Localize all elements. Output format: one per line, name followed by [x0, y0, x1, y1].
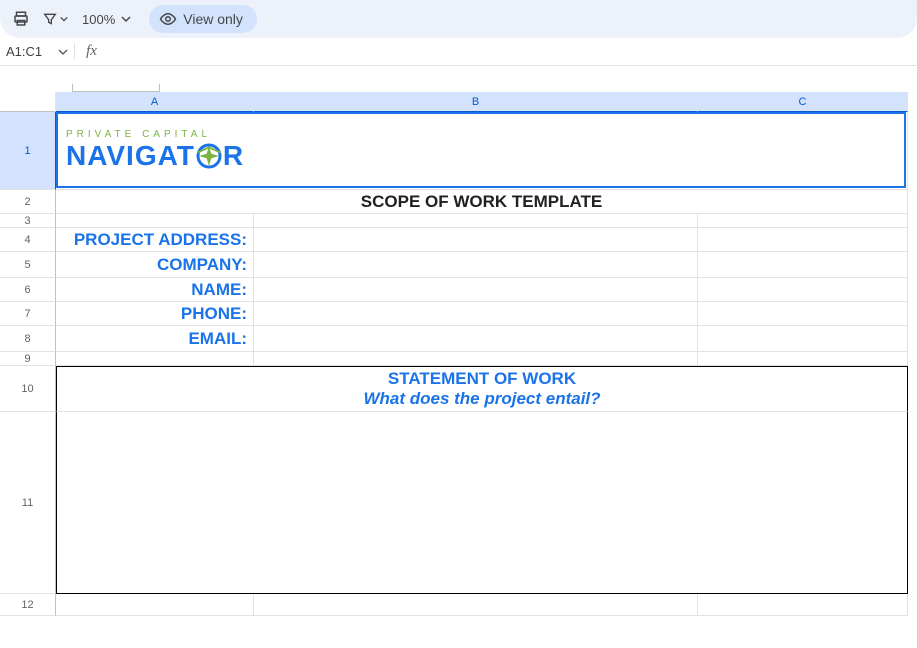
field-input-address-b[interactable] — [254, 228, 698, 252]
row-header-12[interactable]: 12 — [0, 594, 56, 616]
field-input-email-c[interactable] — [698, 326, 908, 352]
logo-cell[interactable]: PRIVATE CAPITAL NAVIGAT R — [56, 112, 908, 190]
row-header-8[interactable]: 8 — [0, 326, 56, 352]
row-header-4[interactable]: 4 — [0, 228, 56, 252]
cell-reference: A1:C1 — [6, 44, 42, 59]
column-header-C[interactable]: C — [698, 92, 908, 112]
statement-subtitle: What does the project entail? — [363, 389, 600, 409]
cell-c9[interactable] — [698, 352, 908, 366]
field-input-company-b[interactable] — [254, 252, 698, 278]
logo: PRIVATE CAPITAL NAVIGAT R — [56, 129, 244, 172]
row-header-1[interactable]: 1 — [0, 112, 56, 190]
sheet-tab-indicator — [72, 84, 160, 92]
field-input-address-c[interactable] — [698, 228, 908, 252]
toolbar: 100% View only — [0, 0, 917, 38]
field-input-phone-c[interactable] — [698, 302, 908, 326]
row-header-3[interactable]: 3 — [0, 214, 56, 228]
field-label-name[interactable]: NAME: — [56, 278, 254, 302]
select-all-corner[interactable] — [0, 92, 56, 112]
cell-a9[interactable] — [56, 352, 254, 366]
field-input-email-b[interactable] — [254, 326, 698, 352]
spreadsheet-grid[interactable]: – ABC 123456789101112 PRIVATE CAPITAL NA… — [0, 66, 917, 648]
row-header-6[interactable]: 6 — [0, 278, 56, 302]
name-box[interactable]: A1:C1 — [6, 44, 74, 59]
compass-icon — [195, 143, 223, 169]
row-header-7[interactable]: 7 — [0, 302, 56, 326]
statement-title: STATEMENT OF WORK — [388, 369, 576, 389]
column-header-A[interactable]: A — [56, 92, 254, 112]
field-label-company[interactable]: COMPANY: — [56, 252, 254, 278]
column-header-B[interactable]: B — [254, 92, 698, 112]
row-header-10[interactable]: 10 — [0, 366, 56, 412]
statement-cell[interactable]: STATEMENT OF WORK What does the project … — [56, 366, 908, 412]
name-box-row: A1:C1 fx — [0, 38, 917, 66]
title-cell[interactable]: SCOPE OF WORK TEMPLATE — [56, 190, 908, 214]
cell-b9[interactable] — [254, 352, 698, 366]
field-label-email[interactable]: EMAIL: — [56, 326, 254, 352]
row-header-9[interactable]: 9 — [0, 352, 56, 366]
column-headers: ABC — [56, 92, 908, 112]
chevron-down-icon — [121, 14, 131, 24]
eye-icon — [159, 10, 177, 28]
row-header-5[interactable]: 5 — [0, 252, 56, 278]
row-header-11[interactable]: 11 — [0, 412, 56, 594]
field-input-phone-b[interactable] — [254, 302, 698, 326]
print-icon[interactable] — [6, 4, 36, 34]
logo-wordmark: NAVIGAT R — [66, 140, 244, 172]
field-label-address[interactable]: PROJECT ADDRESS: — [56, 228, 254, 252]
cell-b12[interactable] — [254, 594, 698, 616]
cells-grid[interactable]: PRIVATE CAPITAL NAVIGAT R SCOPE OF WORK … — [56, 112, 908, 616]
zoom-value: 100% — [82, 12, 115, 27]
filter-icon[interactable] — [40, 4, 70, 34]
cell-c3[interactable] — [698, 214, 908, 228]
view-only-badge[interactable]: View only — [149, 5, 257, 33]
statement-body-cell[interactable] — [56, 412, 908, 594]
field-input-company-c[interactable] — [698, 252, 908, 278]
cell-c12[interactable] — [698, 594, 908, 616]
logo-tagline: PRIVATE CAPITAL — [66, 129, 211, 140]
zoom-dropdown[interactable]: 100% — [74, 12, 139, 27]
fx-icon: fx — [74, 43, 100, 60]
cell-a12[interactable] — [56, 594, 254, 616]
view-only-label: View only — [183, 11, 243, 27]
chevron-down-icon — [58, 47, 68, 57]
cell-a3[interactable] — [56, 214, 254, 228]
row-header-2[interactable]: 2 — [0, 190, 56, 214]
cell-b3[interactable] — [254, 214, 698, 228]
field-input-name-b[interactable] — [254, 278, 698, 302]
field-label-phone[interactable]: PHONE: — [56, 302, 254, 326]
row-headers: 123456789101112 — [0, 112, 56, 616]
field-input-name-c[interactable] — [698, 278, 908, 302]
formula-bar[interactable] — [100, 38, 917, 65]
